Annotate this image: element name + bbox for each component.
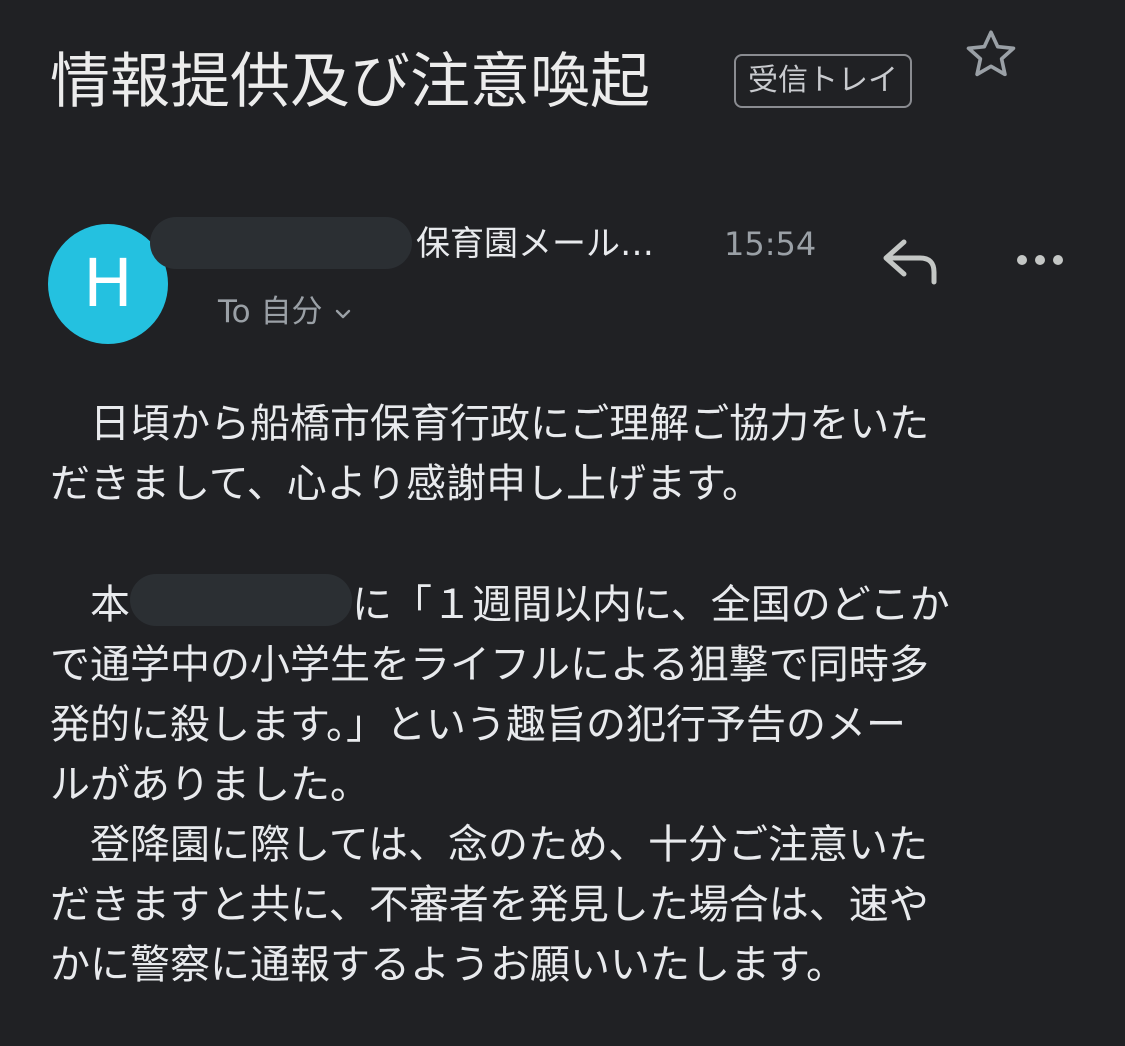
body-line: 登降園に際しては、念のため、十分ご注意いた <box>50 822 928 868</box>
star-icon[interactable] <box>960 24 1022 86</box>
body-line: かに警察に通報するようお願いいたします。 <box>50 942 846 988</box>
recipient-details-toggle[interactable]: To 自分 <box>218 290 355 334</box>
body-line: 日頃から船橋市保育行政にご理解ご協力をいた <box>50 401 930 447</box>
body-line: だきまして、心より感謝申し上げます。 <box>50 461 762 507</box>
body-fragment: に「１週間以内に、全国のどこか <box>352 582 950 628</box>
sender-name-redaction <box>150 217 412 269</box>
chevron-down-icon <box>335 309 350 318</box>
reply-icon[interactable] <box>876 232 942 288</box>
email-body: 日頃から船橋市保育行政にご理解ご協力をいた だきまして、心より感謝申し上げます。… <box>50 394 1050 995</box>
body-line: 本 に「１週間以内に、全国のどこか <box>50 574 1050 635</box>
body-line: 発的に殺します。」という趣旨の犯行予告のメー <box>50 702 906 748</box>
email-subject: 情報提供及び注意喚起 <box>50 47 650 117</box>
recipient-text: To 自分 <box>218 294 323 330</box>
body-line: ルがありました。 <box>50 762 370 808</box>
body-line: だきますと共に、不審者を発見した場合は、速や <box>50 882 929 928</box>
inbox-label-chip[interactable]: 受信トレイ <box>734 54 912 108</box>
body-redaction <box>130 574 352 626</box>
body-fragment: 本 <box>50 582 130 628</box>
body-line: で通学中の小学生をライフルによる狙撃で同時多 <box>50 642 929 688</box>
subject-row: 情報提供及び注意喚起 受信トレイ <box>50 42 1090 122</box>
sender-name[interactable]: 保育園メール… <box>416 220 654 268</box>
email-time: 15:54 <box>724 225 817 263</box>
more-options-icon[interactable] <box>1008 240 1072 280</box>
